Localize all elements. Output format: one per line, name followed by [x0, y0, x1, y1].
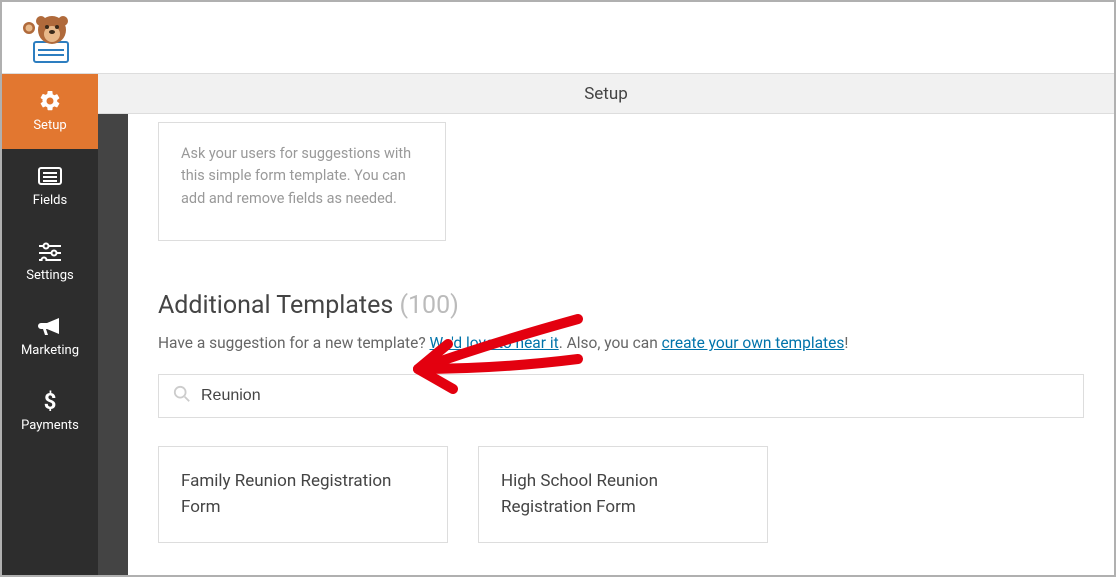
result-card[interactable]: Family Reunion Registration Form: [158, 446, 448, 543]
sidebar-item-setup[interactable]: Setup: [2, 74, 98, 149]
list-icon: [37, 165, 63, 187]
result-title: Family Reunion Registration Form: [181, 471, 391, 517]
sliders-icon: [37, 240, 63, 262]
additional-templates-heading: Additional Templates (100): [158, 291, 1084, 320]
template-search-box[interactable]: [158, 374, 1084, 418]
page-title: Setup: [98, 74, 1114, 114]
sidebar-item-label: Settings: [26, 268, 73, 283]
sidebar-item-payments[interactable]: $ Payments: [2, 374, 98, 449]
sidebar-item-label: Fields: [33, 193, 67, 208]
result-title: High School Reunion Registration Form: [501, 471, 658, 517]
top-bar: [2, 2, 1114, 74]
megaphone-icon: [37, 315, 63, 337]
sidebar-item-label: Marketing: [21, 343, 79, 358]
sidebar: Setup Fields: [2, 74, 98, 575]
sidebar-item-fields[interactable]: Fields: [2, 149, 98, 224]
suggest-link[interactable]: We'd love to hear it: [430, 334, 559, 352]
sidebar-item-settings[interactable]: Settings: [2, 224, 98, 299]
sidebar-item-label: Payments: [21, 418, 79, 433]
result-card[interactable]: High School Reunion Registration Form: [478, 446, 768, 543]
suggestion-text: Have a suggestion for a new template? We…: [158, 334, 1084, 352]
wpforms-logo-icon: [14, 10, 74, 65]
gear-icon: [37, 90, 63, 112]
search-icon: [173, 385, 191, 407]
svg-text:$: $: [44, 390, 57, 413]
template-preview-card: Ask your users for suggestions with this…: [158, 122, 446, 241]
create-own-link[interactable]: create your own templates: [662, 334, 845, 352]
template-search-input[interactable]: [201, 387, 1069, 405]
results-grid: Family Reunion Registration Form High Sc…: [158, 446, 1084, 543]
sidebar-item-marketing[interactable]: Marketing: [2, 299, 98, 374]
sidebar-item-label: Setup: [33, 118, 66, 133]
dollar-icon: $: [37, 390, 63, 412]
template-preview-description: Ask your users for suggestions with this…: [181, 145, 411, 207]
